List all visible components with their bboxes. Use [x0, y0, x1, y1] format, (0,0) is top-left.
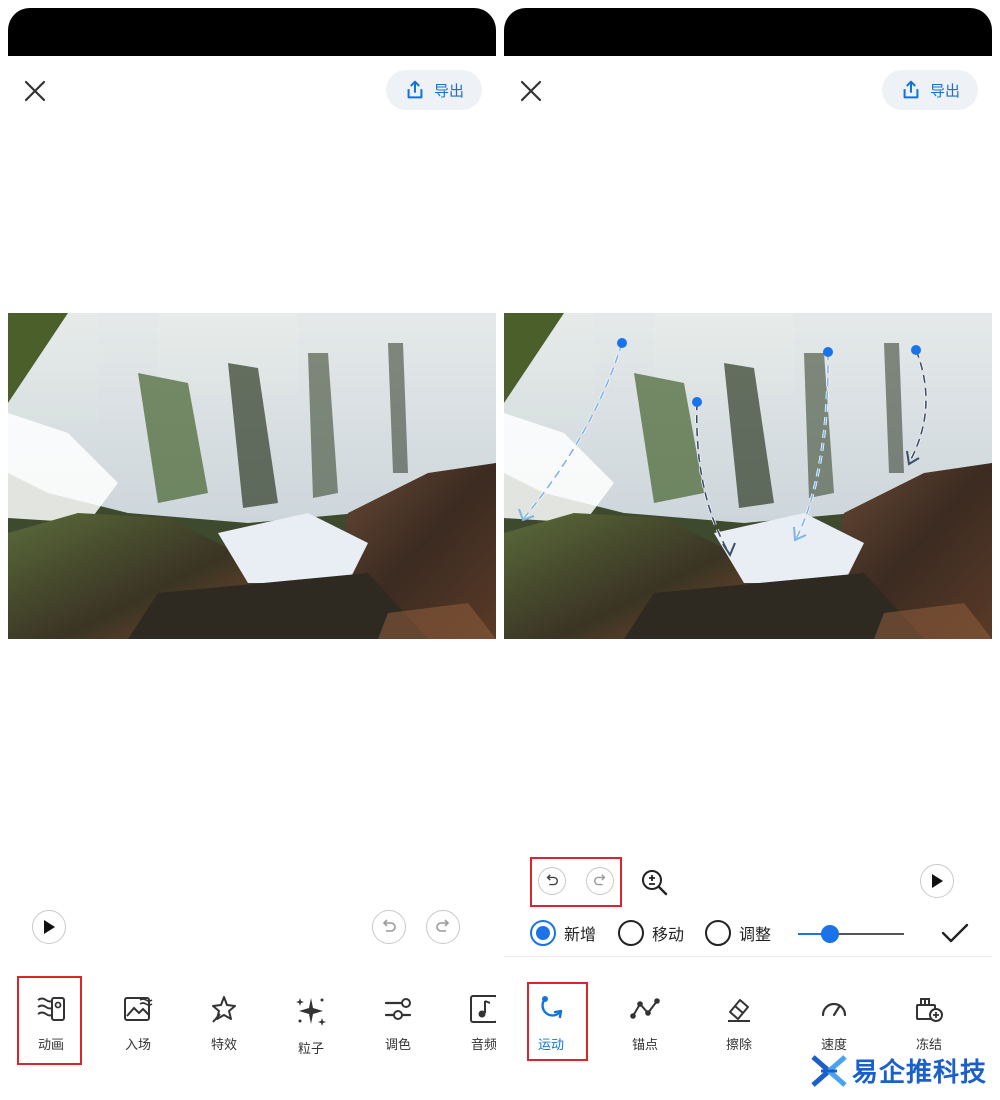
tool-entrance[interactable]: 入场 [105, 994, 171, 1053]
tool-label: 入场 [124, 1038, 151, 1053]
tool-label: 速度 [820, 1038, 847, 1053]
eraser-icon [728, 999, 750, 1022]
tool-label: 音频 [470, 1038, 496, 1053]
watermark: 易企推科技 [810, 1052, 987, 1089]
zoom-button[interactable] [640, 868, 668, 896]
mode-label: 移动 [652, 925, 685, 944]
left-screen: 导出 动画 入场 特效 粒子 调色 音频 [8, 8, 496, 1100]
export-label: 导出 [929, 81, 960, 100]
radio-circle [618, 920, 644, 946]
tool-effects[interactable]: 特效 [191, 994, 257, 1053]
highlight-box-undo-redo [530, 857, 622, 907]
freeze-icon [916, 998, 943, 1022]
highlight-box-animation [17, 976, 82, 1065]
undo-icon [382, 919, 396, 932]
tool-label: 冻结 [915, 1038, 942, 1053]
tool-color-adjust[interactable]: 调色 [365, 994, 431, 1053]
close-icon [24, 80, 46, 102]
confirm-button[interactable] [940, 920, 970, 946]
tool-label: 调色 [384, 1038, 411, 1053]
radio-circle [705, 920, 731, 946]
play-button[interactable] [920, 864, 954, 898]
entrance-icon [124, 997, 153, 1021]
status-bar [504, 8, 992, 56]
color-adjust-icon [384, 998, 412, 1020]
tool-freeze[interactable]: 冻结 [896, 994, 962, 1053]
status-bar [8, 8, 496, 56]
toolbar-divider [504, 956, 992, 957]
checkmark-icon [941, 923, 969, 943]
radio-circle [530, 920, 556, 946]
play-button[interactable] [32, 910, 66, 944]
tool-eraser[interactable]: 擦除 [706, 994, 772, 1053]
redo-button[interactable] [426, 910, 460, 944]
watermark-text: 易企推科技 [852, 1058, 988, 1088]
brush-size-slider[interactable] [798, 924, 904, 944]
anchor-points-icon [630, 998, 660, 1019]
mode-label: 调整 [739, 925, 772, 944]
share-export-icon [407, 80, 423, 99]
tool-speed[interactable]: 速度 [801, 994, 867, 1053]
tool-audio[interactable]: 音频 [451, 994, 496, 1053]
watermark-logo [811, 1054, 847, 1087]
redo-icon [436, 919, 450, 932]
share-export-icon [903, 80, 919, 99]
tool-particles[interactable]: 粒子 [278, 994, 344, 1057]
close-button[interactable] [518, 78, 544, 104]
mode-radio-add[interactable]: 新增 [530, 920, 596, 946]
particles-icon [296, 998, 326, 1026]
mode-radio-move[interactable]: 移动 [618, 920, 684, 946]
export-label: 导出 [433, 81, 464, 100]
zoom-in-out-icon [642, 870, 668, 896]
tool-label: 锚点 [631, 1038, 658, 1053]
audio-icon [470, 995, 496, 1023]
mode-label: 新增 [564, 925, 597, 944]
mode-radio-adjust[interactable]: 调整 [705, 920, 771, 946]
tool-label: 特效 [210, 1038, 237, 1053]
speed-icon [821, 1002, 847, 1017]
tool-anchor-points[interactable]: 锚点 [612, 994, 678, 1053]
waterfall-photo [8, 313, 496, 639]
highlight-box-motion [527, 982, 588, 1061]
tool-label: 粒子 [297, 1042, 324, 1057]
effects-icon [212, 996, 236, 1023]
export-button[interactable]: 导出 [882, 70, 978, 110]
undo-button[interactable] [372, 910, 406, 944]
waterfall-photo-with-motion-paths[interactable] [504, 313, 992, 639]
close-icon [520, 80, 542, 102]
close-button[interactable] [22, 78, 48, 104]
tool-label: 擦除 [725, 1038, 752, 1053]
right-screen: 导出 新增 移动 调整 运动 锚点 擦除 速度 冻结 [504, 8, 992, 1100]
slider-thumb[interactable] [820, 925, 839, 943]
play-icon [932, 874, 943, 888]
play-icon [44, 920, 55, 934]
export-button[interactable]: 导出 [386, 70, 482, 110]
